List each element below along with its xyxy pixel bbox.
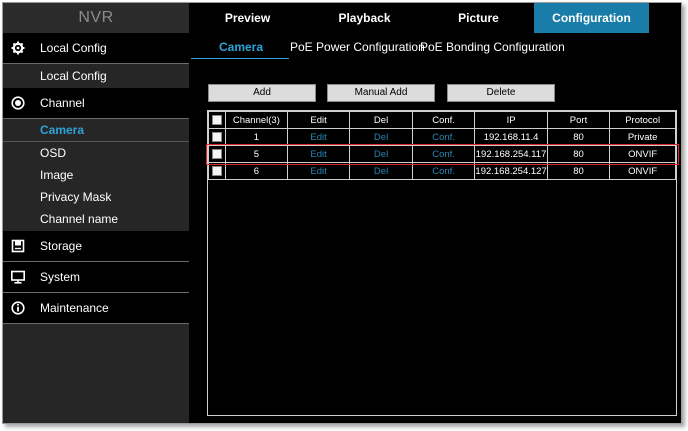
del-link[interactable]: Del bbox=[349, 162, 413, 180]
top-nav-bar: NVR Preview Playback Picture Configurati… bbox=[3, 3, 681, 33]
header-edit: Edit bbox=[286, 111, 351, 129]
select-all-cell bbox=[208, 111, 226, 129]
cell-channel: 6 bbox=[224, 162, 288, 180]
gear-icon bbox=[11, 41, 25, 55]
info-icon bbox=[11, 301, 25, 315]
table-row: 1 Edit Del Conf. 192.168.11.4 80 Private bbox=[208, 128, 676, 146]
cell-ip: 192.168.254.127 bbox=[474, 162, 548, 180]
sidebar-maintenance-label: Maintenance bbox=[40, 301, 109, 315]
header-ip: IP bbox=[474, 111, 548, 129]
monitor-icon bbox=[11, 270, 25, 284]
sidebar-storage-label: Storage bbox=[40, 239, 83, 253]
add-button[interactable]: Add bbox=[208, 84, 316, 102]
cell-port: 80 bbox=[546, 128, 611, 146]
sidebar-item-privacy-mask[interactable]: Privacy Mask bbox=[3, 186, 189, 208]
camera-table: Channel(3) Edit Del Conf. IP Port Protoc… bbox=[208, 111, 676, 180]
table-header-row: Channel(3) Edit Del Conf. IP Port Protoc… bbox=[208, 111, 676, 129]
del-link[interactable]: Del bbox=[349, 128, 413, 146]
divider bbox=[3, 323, 189, 324]
row-checkbox[interactable] bbox=[211, 165, 222, 176]
sidebar-item-channel-name[interactable]: Channel name bbox=[3, 208, 189, 230]
table-row: 5 Edit Del Conf. 192.168.254.117 80 ONVI… bbox=[208, 145, 676, 163]
sidebar-item-local-config[interactable]: Local Config bbox=[3, 65, 189, 87]
tab-preview[interactable]: Preview bbox=[189, 3, 306, 33]
header-port: Port bbox=[546, 111, 611, 129]
subtab-poe-bonding-configuration[interactable]: PoE Bonding Configuration bbox=[420, 37, 565, 57]
cell-channel: 1 bbox=[224, 128, 288, 146]
row-checkbox[interactable] bbox=[211, 131, 222, 142]
header-channel: Channel(3) bbox=[224, 111, 288, 129]
select-all-checkbox[interactable] bbox=[211, 114, 222, 125]
header-conf: Conf. bbox=[411, 111, 476, 129]
edit-link[interactable]: Edit bbox=[286, 128, 351, 146]
row-select-cell bbox=[208, 162, 226, 180]
tab-picture[interactable]: Picture bbox=[423, 3, 534, 33]
del-link[interactable]: Del bbox=[349, 145, 413, 163]
subtab-poe-power-configuration[interactable]: PoE Power Configuration bbox=[290, 37, 425, 57]
cell-protocol: ONVIF bbox=[609, 162, 676, 180]
divider bbox=[3, 63, 189, 64]
main-content: Camera PoE Power Configuration PoE Bondi… bbox=[189, 33, 681, 423]
camera-icon bbox=[11, 96, 25, 110]
cell-protocol: Private bbox=[609, 128, 676, 146]
cell-channel: 5 bbox=[224, 145, 288, 163]
sidebar-system-header[interactable]: System bbox=[3, 262, 189, 292]
subtab-active-indicator bbox=[191, 58, 289, 59]
sidebar-channel-header[interactable]: Channel bbox=[3, 88, 189, 118]
cell-ip: 192.168.11.4 bbox=[474, 128, 548, 146]
conf-link[interactable]: Conf. bbox=[411, 162, 476, 180]
sidebar-local-config-header[interactable]: Local Config bbox=[3, 33, 189, 63]
conf-link[interactable]: Conf. bbox=[411, 128, 476, 146]
tab-configuration[interactable]: Configuration bbox=[534, 3, 649, 33]
table-row: 6 Edit Del Conf. 192.168.254.127 80 ONVI… bbox=[208, 162, 676, 180]
conf-link[interactable]: Conf. bbox=[411, 145, 476, 163]
nvr-window: NVR Preview Playback Picture Configurati… bbox=[2, 2, 682, 424]
tab-playback[interactable]: Playback bbox=[306, 3, 423, 33]
cell-protocol: ONVIF bbox=[609, 145, 676, 163]
row-checkbox[interactable] bbox=[211, 148, 222, 159]
sidebar-system-label: System bbox=[40, 270, 81, 284]
sidebar-storage-header[interactable]: Storage bbox=[3, 231, 189, 261]
sidebar: Local Config Local Config Channel Camera… bbox=[3, 33, 189, 423]
sidebar-channel-label: Channel bbox=[40, 96, 85, 110]
cell-ip: 192.168.254.117 bbox=[474, 145, 548, 163]
storage-icon bbox=[11, 239, 25, 253]
manual-add-button[interactable]: Manual Add bbox=[327, 84, 435, 102]
subtab-camera[interactable]: Camera bbox=[219, 37, 263, 57]
cell-port: 80 bbox=[546, 145, 611, 163]
delete-button[interactable]: Delete bbox=[447, 84, 555, 102]
sidebar-item-osd[interactable]: OSD bbox=[3, 142, 189, 164]
brand-logo: NVR bbox=[3, 3, 189, 33]
camera-table-container: Channel(3) Edit Del Conf. IP Port Protoc… bbox=[207, 110, 677, 416]
edit-link[interactable]: Edit bbox=[286, 162, 351, 180]
sidebar-item-camera[interactable]: Camera bbox=[3, 119, 189, 141]
sidebar-local-config-label: Local Config bbox=[40, 41, 107, 55]
cell-port: 80 bbox=[546, 162, 611, 180]
edit-link[interactable]: Edit bbox=[286, 145, 351, 163]
sidebar-item-image[interactable]: Image bbox=[3, 164, 189, 186]
header-protocol: Protocol bbox=[609, 111, 676, 129]
row-select-cell bbox=[208, 145, 226, 163]
row-select-cell bbox=[208, 128, 226, 146]
sidebar-maintenance-header[interactable]: Maintenance bbox=[3, 293, 189, 323]
header-del: Del bbox=[349, 111, 413, 129]
